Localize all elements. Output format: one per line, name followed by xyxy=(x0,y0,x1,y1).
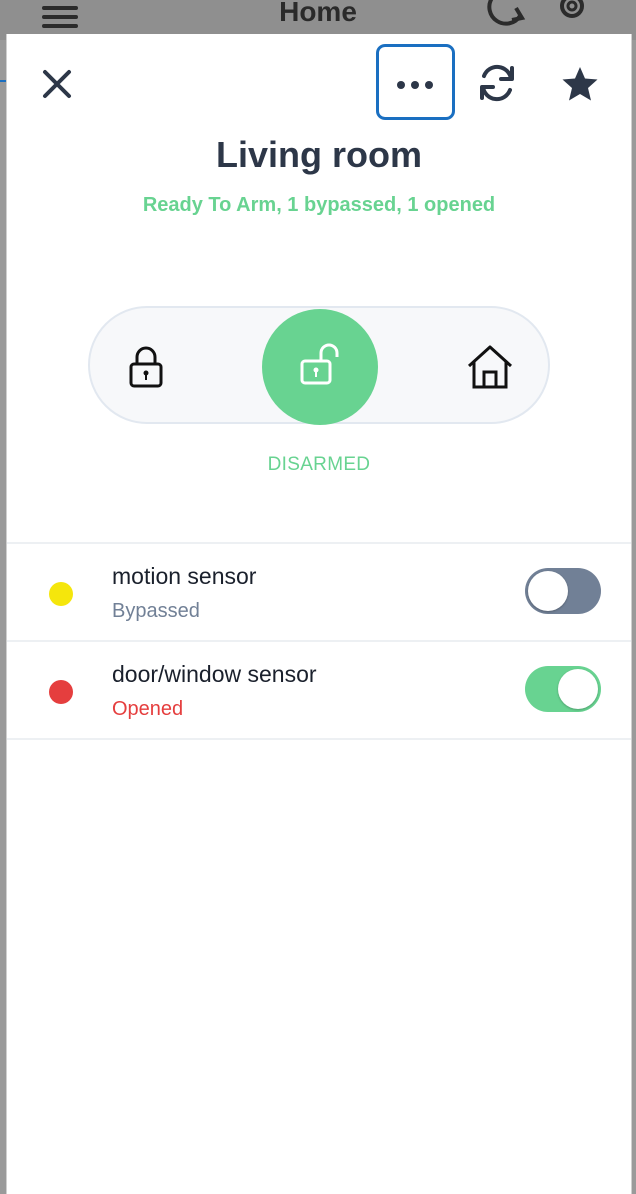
sensor-status-dot xyxy=(49,680,73,704)
background-title: Home xyxy=(279,0,357,27)
bypass-toggle[interactable] xyxy=(525,666,601,712)
sensor-list: motion sensor Bypassed door/window senso… xyxy=(7,542,631,740)
arm-state-label: DISARMED xyxy=(267,454,371,475)
area-title: Living room xyxy=(216,134,422,175)
more-dot xyxy=(411,81,419,89)
close-icon[interactable] xyxy=(37,64,77,104)
sensor-name: door/window sensor xyxy=(112,661,317,687)
sensor-status: Opened xyxy=(112,698,184,720)
bypass-toggle[interactable] xyxy=(525,568,601,614)
arm-mode-selector xyxy=(88,306,550,425)
star-icon[interactable] xyxy=(560,64,600,104)
disarm-button[interactable] xyxy=(262,309,378,425)
away-lock-icon[interactable] xyxy=(126,345,166,389)
sensor-row: motion sensor Bypassed xyxy=(7,542,631,640)
more-horizontal-icon xyxy=(397,81,405,89)
sensor-status-dot xyxy=(49,582,73,606)
toggle-knob xyxy=(528,571,568,611)
sensor-row: door/window sensor Opened xyxy=(7,640,631,740)
gear-icon xyxy=(560,0,584,18)
sensor-name: motion sensor xyxy=(112,563,257,589)
area-status-summary: Ready To Arm, 1 bypassed, 1 opened xyxy=(142,194,496,216)
toggle-knob xyxy=(558,669,598,709)
area-detail-sheet: Living room Ready To Arm, 1 bypassed, 1 … xyxy=(6,34,632,1194)
refresh-icon xyxy=(487,0,526,26)
home-icon[interactable] xyxy=(466,344,514,390)
more-options-button[interactable] xyxy=(376,44,455,120)
more-dot xyxy=(425,81,433,89)
disarm-unlock-icon xyxy=(300,343,339,385)
sensor-status: Bypassed xyxy=(112,600,200,622)
refresh-icon[interactable] xyxy=(475,61,519,105)
